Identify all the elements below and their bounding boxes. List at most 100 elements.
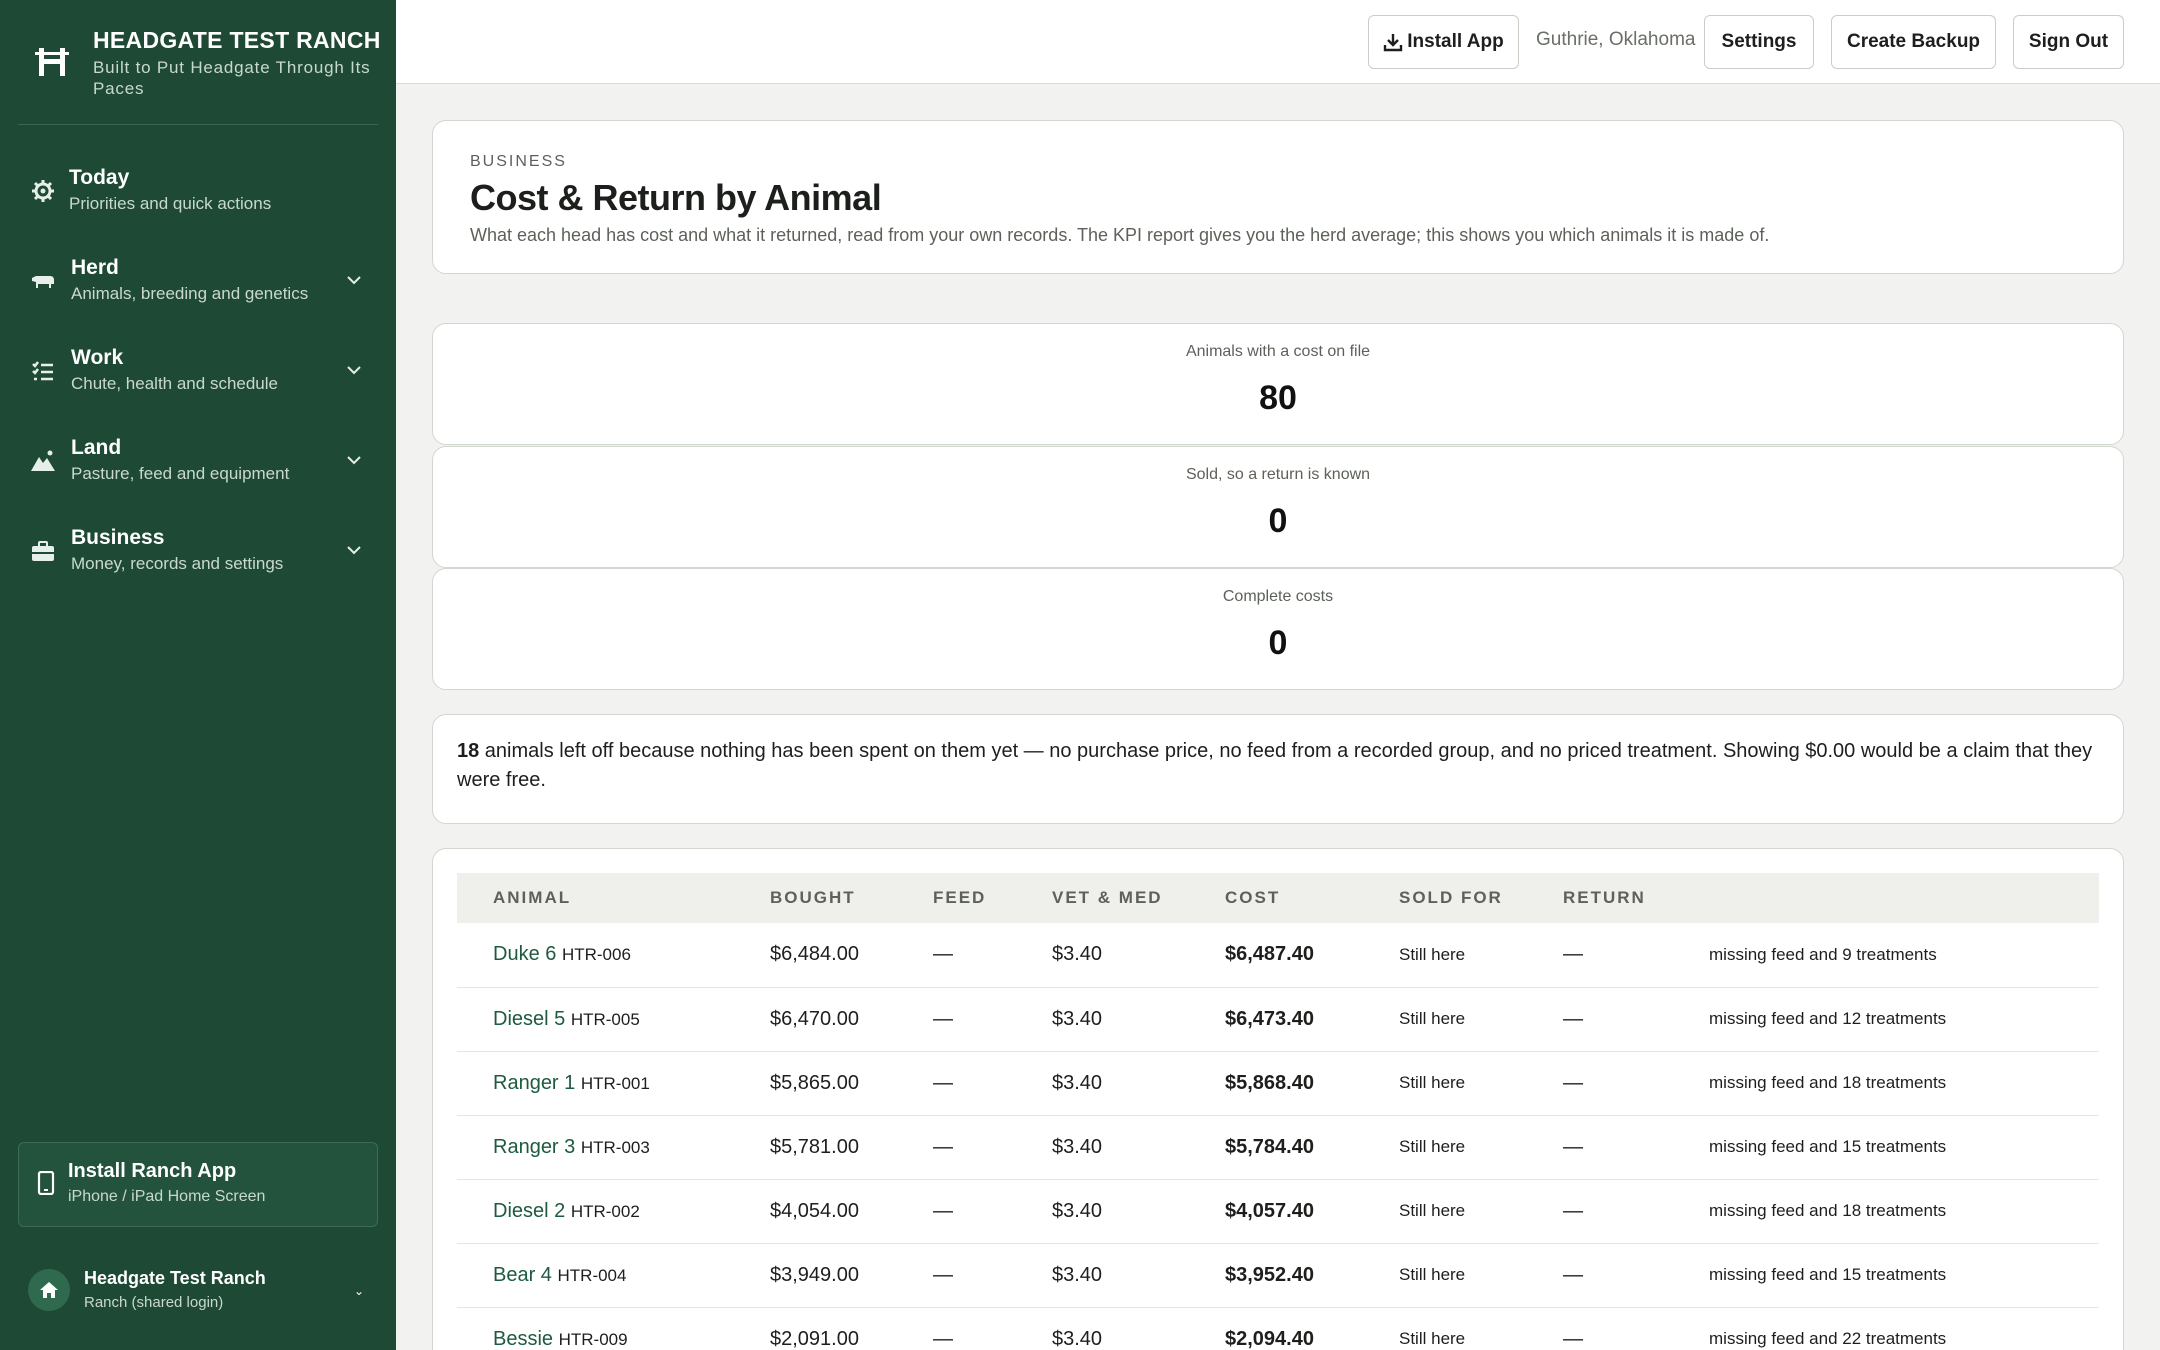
feed-cell: — xyxy=(933,1051,1052,1116)
table-row[interactable]: Diesel 2 HTR-002 $4,054.00— $3.40 $4,057.40… xyxy=(457,1179,2099,1244)
stat-value: 0 xyxy=(1268,624,1288,662)
nav-subtitle: Pasture, feed and equipment xyxy=(71,464,290,483)
return-cell: — xyxy=(1563,1179,1709,1244)
feed-cell: — xyxy=(933,987,1052,1052)
nav-title: Work xyxy=(71,346,124,369)
chevron-down-icon[interactable]: ⌄ xyxy=(354,1284,364,1298)
briefcase-icon xyxy=(32,541,54,561)
column-header-animal[interactable]: ANIMAL xyxy=(457,873,770,923)
missing-note-cell: missing feed and 12 treatments xyxy=(1709,987,2099,1052)
table-row[interactable]: Ranger 3 HTR-003 $5,781.00— $3.40 $5,784.40… xyxy=(457,1115,2099,1180)
note-text: 18 animals left off because nothing has … xyxy=(457,737,2097,795)
headgate-logo-icon xyxy=(35,48,69,76)
mountain-icon xyxy=(31,450,55,471)
cost-cell: $4,057.40 xyxy=(1225,1179,1399,1244)
location-label: Guthrie, Oklahoma xyxy=(1536,29,1696,50)
checklist-icon xyxy=(32,361,53,381)
create-backup-button[interactable]: Create Backup xyxy=(1831,15,1996,69)
vet-med-cell: $3.40 xyxy=(1052,923,1225,988)
stat-value: 80 xyxy=(1259,379,1297,417)
column-header-sold-for[interactable]: SOLD FOR xyxy=(1399,873,1563,923)
column-header-feed[interactable]: FEED xyxy=(933,873,1052,923)
animal-link[interactable]: Ranger 1 xyxy=(493,1072,575,1094)
bought-cell: $6,470.00 xyxy=(770,987,933,1052)
chevron-down-icon[interactable] xyxy=(344,450,364,470)
animal-tag: HTR-001 xyxy=(580,1073,650,1093)
animal-tag: HTR-005 xyxy=(570,1009,640,1029)
animal-cell: Bear 4 HTR-004 xyxy=(457,1243,770,1308)
nav-item-work[interactable]: Work Chute, health and schedule xyxy=(18,336,378,414)
animal-link[interactable]: Duke 6 xyxy=(493,943,556,965)
settings-button[interactable]: Settings xyxy=(1704,15,1814,69)
avatar xyxy=(28,1269,70,1311)
page-title: Cost & Return by Animal xyxy=(470,177,882,218)
column-header-bought[interactable]: BOUGHT xyxy=(770,873,933,923)
section-eyebrow: BUSINESS xyxy=(470,153,567,170)
account-switcher[interactable]: Headgate Test Ranch Ranch (shared login)… xyxy=(18,1262,378,1332)
bought-cell: $4,054.00 xyxy=(770,1179,933,1244)
column-header-cost[interactable]: COST xyxy=(1225,873,1399,923)
home-icon xyxy=(40,1282,58,1298)
nav-subtitle: Priorities and quick actions xyxy=(69,194,272,213)
vet-med-cell: $3.40 xyxy=(1052,1051,1225,1116)
chevron-down-icon[interactable] xyxy=(344,270,364,290)
stat-value: 0 xyxy=(1268,502,1288,540)
missing-note-cell: missing feed and 18 treatments xyxy=(1709,1179,2099,1244)
excluded-animals-note: 18 animals left off because nothing has … xyxy=(432,714,2124,824)
table-row[interactable]: Duke 6 HTR-006 $6,484.00— $3.40 $6,487.40 St… xyxy=(457,923,2099,988)
feed-cell: — xyxy=(933,1179,1052,1244)
cost-return-table: ANIMAL BOUGHT FEED VET & MED COST SOLD F… xyxy=(457,873,2099,1350)
column-header-return[interactable]: RETURN xyxy=(1563,873,1709,923)
table-row[interactable]: Bessie HTR-009 $2,091.00— $3.40 $2,094.40 St… xyxy=(457,1307,2099,1350)
chevron-down-icon[interactable] xyxy=(344,360,364,380)
nav-item-land[interactable]: Land Pasture, feed and equipment xyxy=(18,426,378,504)
chevron-down-icon[interactable] xyxy=(344,540,364,560)
sold-for-cell: Still here xyxy=(1399,1179,1563,1244)
animal-cell: Bessie HTR-009 xyxy=(457,1307,770,1350)
cost-cell: $6,487.40 xyxy=(1225,923,1399,988)
nav-item-today[interactable]: Today Priorities and quick actions xyxy=(18,156,378,234)
nav-title: Land xyxy=(71,436,122,459)
animal-cell: Diesel 2 HTR-002 xyxy=(457,1179,770,1244)
missing-note-cell: missing feed and 15 treatments xyxy=(1709,1115,2099,1180)
install-app-button[interactable]: Install App xyxy=(1368,15,1519,69)
nav-item-business[interactable]: Business Money, records and settings xyxy=(18,516,378,594)
table-row[interactable]: Ranger 1 HTR-001 $5,865.00— $3.40 $5,868.40… xyxy=(457,1051,2099,1116)
feed-cell: — xyxy=(933,1115,1052,1180)
sold-for-cell: Still here xyxy=(1399,1307,1563,1350)
animal-tag: HTR-006 xyxy=(561,945,631,965)
account-role: Ranch (shared login) xyxy=(84,1294,224,1311)
animal-link[interactable]: Ranger 3 xyxy=(493,1136,575,1158)
excluded-count: 18 xyxy=(457,740,480,762)
sign-out-button[interactable]: Sign Out xyxy=(2013,15,2124,69)
animal-cell: Ranger 1 HTR-001 xyxy=(457,1051,770,1116)
nav-title: Herd xyxy=(71,256,119,279)
nav-title: Business xyxy=(71,526,165,549)
return-cell: — xyxy=(1563,1051,1709,1116)
brand[interactable]: HEADGATE TEST RANCH Built to Put Headgat… xyxy=(0,0,396,125)
sold-for-cell: Still here xyxy=(1399,923,1563,988)
table-row[interactable]: Diesel 5 HTR-005 $6,470.00— $3.40 $6,473.40… xyxy=(457,987,2099,1052)
table-header-row: ANIMAL BOUGHT FEED VET & MED COST SOLD F… xyxy=(457,873,2099,923)
download-icon xyxy=(1384,34,1403,52)
bought-cell: $2,091.00 xyxy=(770,1307,933,1350)
bought-cell: $5,781.00 xyxy=(770,1115,933,1180)
animal-tag: HTR-003 xyxy=(580,1137,650,1157)
missing-note-cell: missing feed and 9 treatments xyxy=(1709,923,2099,988)
nav-item-herd[interactable]: Herd Animals, breeding and genetics xyxy=(18,246,378,324)
animal-cell: Ranger 3 HTR-003 xyxy=(457,1115,770,1180)
divider xyxy=(18,124,378,125)
vet-med-cell: $3.40 xyxy=(1052,1243,1225,1308)
table-row[interactable]: Bear 4 HTR-004 $3,949.00— $3.40 $3,952.40 St… xyxy=(457,1243,2099,1308)
cost-cell: $5,868.40 xyxy=(1225,1051,1399,1116)
install-app-label: Install App xyxy=(1407,31,1504,52)
install-ranch-app-card[interactable]: Install Ranch App iPhone / iPad Home Scr… xyxy=(18,1142,378,1227)
animal-link[interactable]: Diesel 2 xyxy=(493,1200,565,1222)
animal-link[interactable]: Bessie xyxy=(493,1328,553,1350)
animal-link[interactable]: Bear 4 xyxy=(493,1264,552,1286)
column-header-vet-med[interactable]: VET & MED xyxy=(1052,873,1225,923)
vet-med-cell: $3.40 xyxy=(1052,987,1225,1052)
feed-cell: — xyxy=(933,1243,1052,1308)
animal-link[interactable]: Diesel 5 xyxy=(493,1008,565,1030)
animal-cell: Duke 6 HTR-006 xyxy=(457,923,770,988)
